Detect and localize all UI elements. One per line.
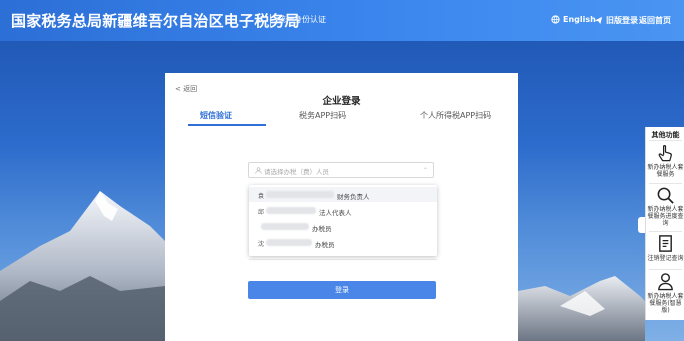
officer-option[interactable]: 办税员 xyxy=(249,219,437,234)
divider xyxy=(649,140,682,141)
search-icon xyxy=(657,187,674,204)
login-card: < 返回 企业登录 短信验证 税务APP扫码 个人所得税APP扫码 请选择办税（… xyxy=(165,73,518,341)
officer-option[interactable]: 沈 办税员 xyxy=(249,235,437,250)
divider xyxy=(649,231,682,232)
side-item-label: 新办纳税人套餐服务 xyxy=(647,164,684,178)
side-item-label: 新办纳税人套餐服务(智慧版) xyxy=(647,293,684,314)
officer-option[interactable]: 邱 法人代表人 xyxy=(249,203,437,218)
divider xyxy=(649,269,682,270)
option-prefix: 袁 xyxy=(258,193,265,200)
tax-officer-select[interactable]: 请选择办税（费）人员 ⌃ xyxy=(248,162,434,178)
home-link[interactable]: 返回首页 xyxy=(639,15,671,26)
option-prefix: 沈 xyxy=(258,241,265,248)
officer-option[interactable]: 袁 财务负责人 xyxy=(249,187,437,202)
tab-tax-app-scan[interactable]: 税务APP扫码 xyxy=(299,110,346,121)
redacted-text xyxy=(261,223,309,230)
home-label: 返回首页 xyxy=(639,16,671,25)
active-tab-indicator xyxy=(188,124,266,126)
redacted-text xyxy=(266,207,316,214)
new-taxpayer-package-button[interactable]: 新办纳税人套餐服务 xyxy=(646,144,684,182)
user-icon xyxy=(255,167,262,174)
option-role: 财务负责人 xyxy=(337,193,370,201)
side-panel-title: 其他功能 xyxy=(651,131,680,139)
title-divider xyxy=(270,14,271,26)
package-progress-query-button[interactable]: 新办纳税人套餐服务进度查询 xyxy=(646,186,684,232)
english-label: English xyxy=(563,15,596,24)
new-taxpayer-smart-package-button[interactable]: 新办纳税人套餐服务(智慧版) xyxy=(646,272,684,318)
option-role: 办税员 xyxy=(312,225,332,233)
login-button[interactable]: 登录 xyxy=(248,281,436,299)
tab-personal-tax-app-scan[interactable]: 个人所得税APP扫码 xyxy=(420,110,491,121)
globe-icon xyxy=(551,15,560,24)
side-item-label: 新办纳税人套餐服务进度查询 xyxy=(647,206,684,227)
site-title: 国家税务总局新疆维吾尔自治区电子税务局 xyxy=(11,12,300,30)
english-link[interactable]: English xyxy=(551,15,596,24)
option-role: 办税员 xyxy=(315,241,335,249)
option-prefix: 邱 xyxy=(258,209,265,216)
divider xyxy=(649,183,682,184)
hand-pointer-icon xyxy=(658,145,672,162)
select-placeholder: 请选择办税（费）人员 xyxy=(264,168,329,176)
side-panel: 其他功能 新办纳税人套餐服务 新办纳税人套餐服务进度查询 注销登记查询 新办纳税… xyxy=(645,127,684,320)
site-subtitle: 统一身份认证 xyxy=(278,15,326,24)
option-role: 法人代表人 xyxy=(319,209,352,217)
chevron-up-icon: ⌃ xyxy=(422,167,428,174)
side-panel-handle[interactable] xyxy=(638,217,645,233)
document-icon xyxy=(659,235,672,252)
redacted-text xyxy=(266,239,312,246)
side-item-label: 注销登记查询 xyxy=(647,255,684,262)
header-bar: 国家税务总局新疆维吾尔自治区电子税务局 统一身份认证 English 旧版登录 … xyxy=(0,0,684,41)
old-login-link[interactable]: 旧版登录 xyxy=(594,15,638,26)
old-login-label: 旧版登录 xyxy=(606,16,638,25)
officer-dropdown: 袁 财务负责人 邱 法人代表人 办税员 沈 办税员 xyxy=(249,185,437,256)
user-icon xyxy=(658,273,673,291)
redacted-text xyxy=(266,191,334,198)
send-icon xyxy=(594,16,603,25)
login-title: 企业登录 xyxy=(322,96,361,107)
input-underlay xyxy=(249,256,437,260)
deregistration-query-button[interactable]: 注销登记查询 xyxy=(646,234,684,270)
tab-sms[interactable]: 短信验证 xyxy=(200,110,232,121)
